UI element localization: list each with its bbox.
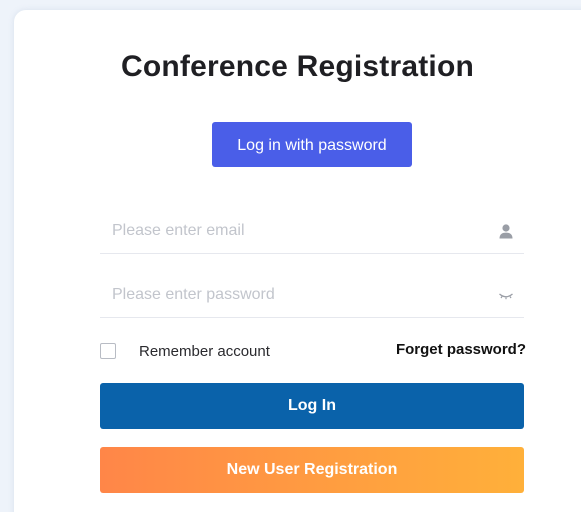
user-icon xyxy=(499,224,513,239)
forget-password-link[interactable]: Forget password? xyxy=(396,341,526,358)
login-card xyxy=(14,10,581,512)
password-login-tab[interactable]: Log in with password xyxy=(212,122,412,167)
remember-label[interactable]: Remember account xyxy=(139,343,270,360)
page-background: Conference Registration Log in with pass… xyxy=(0,0,581,512)
login-button[interactable]: Log In xyxy=(100,383,524,429)
new-user-registration-button[interactable]: New User Registration xyxy=(100,447,524,493)
eye-closed-icon[interactable] xyxy=(498,287,514,303)
password-input[interactable] xyxy=(100,273,492,317)
email-field-container xyxy=(100,209,524,254)
password-field-container xyxy=(100,273,524,318)
page-title: Conference Registration xyxy=(121,50,474,83)
remember-account: Remember account xyxy=(100,341,270,361)
email-input[interactable] xyxy=(100,209,492,253)
remember-checkbox[interactable] xyxy=(100,343,116,359)
